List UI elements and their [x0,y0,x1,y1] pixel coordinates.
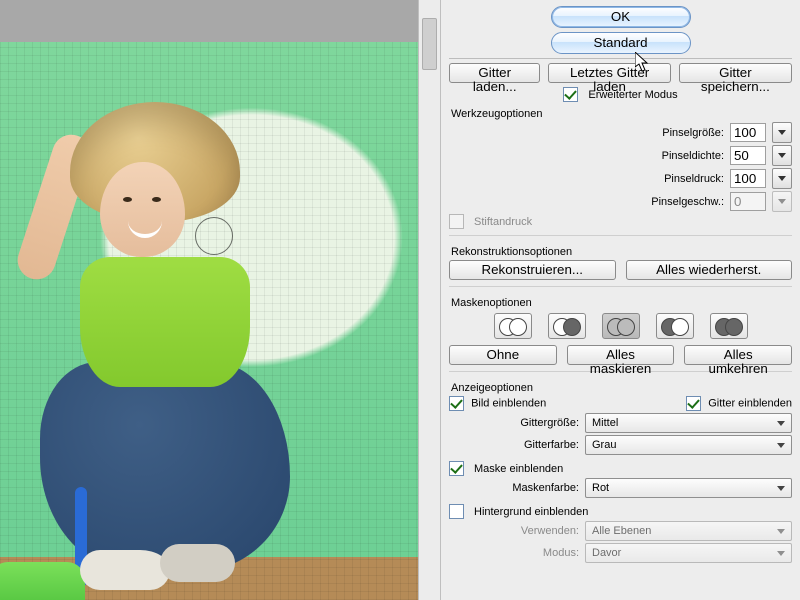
restore-all-button[interactable]: Alles wiederherst. [626,260,793,280]
mesh-size-select[interactable]: Mittel [585,413,792,433]
preview-scrollbar-vertical[interactable] [418,0,440,600]
mask-mode-add-icon[interactable] [548,313,586,339]
mask-all-button[interactable]: Alles maskieren [567,345,675,365]
brush-rate-label: Pinselgeschw.: [592,196,724,208]
brush-pressure-stepper[interactable] [772,168,792,189]
show-mesh-label: Gitter einblenden [708,397,792,409]
show-image-label: Bild einblenden [471,397,546,409]
mask-mode-invert-icon[interactable] [710,313,748,339]
mask-none-button[interactable]: Ohne [449,345,557,365]
mesh-color-label: Gitterfarbe: [449,439,579,451]
mask-color-label: Maskenfarbe: [449,482,579,494]
show-mesh-checkbox[interactable] [686,396,701,411]
mask-invert-button[interactable]: Alles umkehren [684,345,792,365]
backdrop-mode-select: Davor [585,543,792,563]
mesh-color-select[interactable]: Grau [585,435,792,455]
mask-mode-subtract-icon[interactable] [602,313,640,339]
brush-density-label: Pinseldichte: [592,150,724,162]
brush-size-stepper[interactable] [772,122,792,143]
advanced-mode-checkbox[interactable] [563,87,578,102]
mask-options-title: Maskenoptionen [451,297,792,309]
view-options-title: Anzeigeoptionen [451,382,792,394]
advanced-mode-label: Erweiterter Modus [588,89,677,101]
reconstruct-title: Rekonstruktionsoptionen [451,246,792,258]
save-mesh-button[interactable]: Gitter speichern... [679,63,792,83]
liquify-options-panel: OK Standard Gitter laden... Letztes Gitt… [440,0,800,600]
canvas-padding [0,0,419,42]
backdrop-mode-label: Modus: [449,547,579,559]
brush-rate-stepper [772,191,792,212]
brush-density-input[interactable] [730,146,766,165]
show-mask-label: Maske einblenden [474,463,563,475]
stylus-pressure-checkbox [449,214,464,229]
tool-options-title: Werkzeugoptionen [451,108,792,120]
brush-size-input[interactable] [730,123,766,142]
mask-mode-replace-icon[interactable] [494,313,532,339]
default-button[interactable]: Standard [551,32,691,54]
liquify-preview[interactable] [0,0,440,600]
load-last-mesh-button[interactable]: Letztes Gitter laden [548,63,670,83]
brush-pressure-label: Pinseldruck: [592,173,724,185]
backdrop-use-label: Verwenden: [449,525,579,537]
mask-mode-intersect-icon[interactable] [656,313,694,339]
brush-cursor-ring [195,217,233,255]
mesh-size-label: Gittergröße: [449,417,579,429]
canvas[interactable] [0,0,419,600]
show-mask-checkbox[interactable] [449,461,464,476]
backdrop-use-select: Alle Ebenen [585,521,792,541]
ok-button[interactable]: OK [551,6,691,28]
load-mesh-button[interactable]: Gitter laden... [449,63,540,83]
brush-size-label: Pinselgröße: [592,127,724,139]
mask-color-select[interactable]: Rot [585,478,792,498]
scrollbar-thumb[interactable] [422,18,437,70]
stylus-pressure-label: Stiftandruck [474,216,532,228]
show-backdrop-label: Hintergrund einblenden [474,506,588,518]
brush-rate-input [730,192,766,211]
reconstruct-button[interactable]: Rekonstruieren... [449,260,616,280]
brush-density-stepper[interactable] [772,145,792,166]
preview-image[interactable] [0,42,419,600]
show-image-checkbox[interactable] [449,396,464,411]
show-backdrop-checkbox[interactable] [449,504,464,519]
photo-subject [0,42,419,600]
brush-pressure-input[interactable] [730,169,766,188]
